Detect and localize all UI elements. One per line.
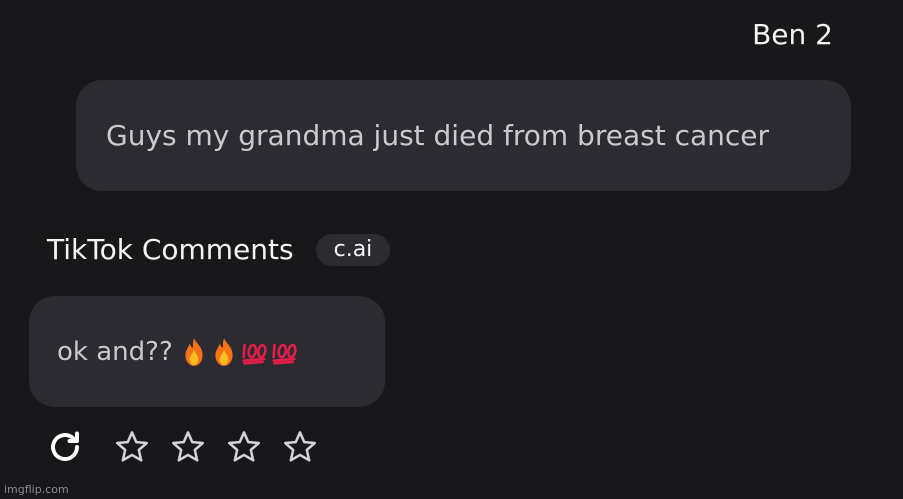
refresh-icon[interactable] — [47, 429, 83, 465]
hundred-points-emoji — [271, 337, 297, 367]
star-icon[interactable] — [169, 428, 207, 466]
user-message-bubble: Guys my grandma just died from breast ca… — [76, 80, 851, 191]
fire-emoji — [211, 337, 237, 367]
bot-header: TikTok Comments c.ai — [47, 233, 391, 266]
message-actions — [47, 428, 337, 466]
bot-name[interactable]: TikTok Comments — [47, 233, 294, 266]
star-icon[interactable] — [225, 428, 263, 466]
star-icon[interactable] — [113, 428, 151, 466]
watermark: imgflip.com — [4, 483, 69, 496]
user-message-text: Guys my grandma just died from breast ca… — [106, 119, 770, 152]
star-icon[interactable] — [281, 428, 319, 466]
user-name: Ben 2 — [752, 18, 833, 51]
hundred-points-emoji — [241, 337, 267, 367]
fire-emoji — [181, 337, 207, 367]
bot-message-text: ok and?? — [57, 336, 173, 367]
bot-badge: c.ai — [315, 233, 391, 266]
bot-message-bubble: ok and?? — [29, 296, 385, 407]
